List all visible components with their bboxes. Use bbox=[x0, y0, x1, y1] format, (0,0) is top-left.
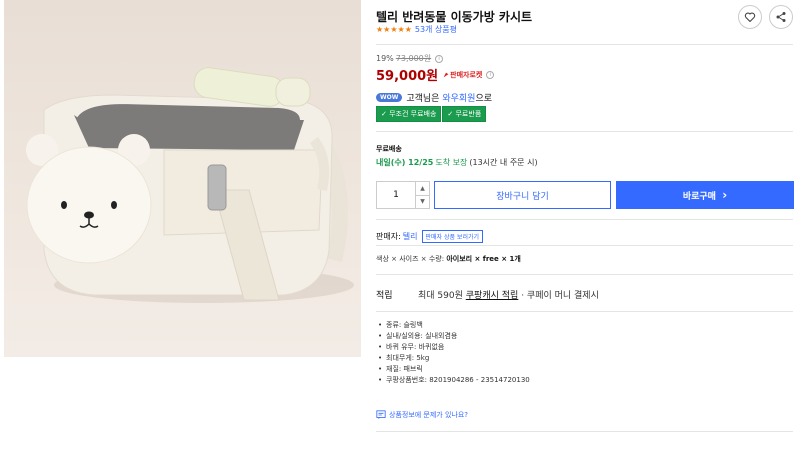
product-title: 텔리 반려동물 이동가방 카시트 bbox=[376, 10, 533, 24]
spec-item: 재질: 패브릭 bbox=[376, 364, 530, 375]
delivery-note: (13시간 내 주문 시) bbox=[469, 158, 538, 167]
quantity-stepper[interactable]: 1 ▲ ▼ bbox=[376, 181, 430, 209]
seller-row: 판매자: 텔리 판매자 상품 보러가기 bbox=[376, 230, 484, 243]
spec-item: 종류: 슬링백 bbox=[376, 320, 530, 331]
wow-badge: WOW bbox=[376, 93, 403, 102]
quantity-value[interactable]: 1 bbox=[377, 182, 415, 208]
shipping-label: 무료배송 bbox=[376, 145, 402, 153]
free-shipping-chip: ✓ 무조건 무료배송 bbox=[376, 106, 442, 122]
divider bbox=[376, 431, 793, 432]
discount-row: 19% 73,000원 i bbox=[376, 53, 444, 64]
info-icon[interactable]: i bbox=[435, 54, 444, 63]
selected-options: 색상 × 사이즈 × 수량: 아이보리 × free × 1개 bbox=[376, 254, 521, 264]
buy-now-button[interactable]: 바로구매 › bbox=[616, 181, 794, 209]
options-prefix: 색상 × 사이즈 × 수량: bbox=[376, 255, 445, 263]
product-info-panel: 텔리 반려동물 이동가방 카시트 ★★★★★ 53개 상품평 19% 73,00… bbox=[376, 0, 794, 457]
report-link[interactable]: 상품정보에 문제가 있나요? bbox=[376, 410, 468, 420]
delivery-date: 내일(수) 12/25 bbox=[376, 158, 434, 167]
options-selection: 아이보리 × free × 1개 bbox=[446, 255, 521, 263]
share-button[interactable] bbox=[769, 5, 793, 29]
product-image bbox=[4, 0, 361, 357]
wishlist-button[interactable] bbox=[738, 5, 762, 29]
benefit-text: 최대 590원 쿠팡캐시 적립 · 쿠페이 머니 결제시 bbox=[418, 288, 599, 301]
heart-icon bbox=[744, 12, 756, 23]
seller-label: 판매자: bbox=[376, 232, 401, 241]
price-row: 59,000원 판매자로켓 i bbox=[376, 65, 495, 84]
divider bbox=[376, 274, 793, 275]
benefit-suffix: · 쿠페이 머니 결제시 bbox=[521, 291, 599, 301]
chevron-right-icon: › bbox=[722, 188, 728, 202]
seller-products-button[interactable]: 판매자 상품 보러가기 bbox=[421, 230, 484, 243]
add-to-cart-button[interactable]: 장바구니 담기 bbox=[434, 181, 611, 209]
spec-item: 실내/실외용: 실내외겸용 bbox=[376, 331, 530, 342]
seller-name-link[interactable]: 텔리 bbox=[403, 231, 418, 242]
shipping-date-row: 내일(수) 12/25 도착 보장 (13시간 내 주문 시) bbox=[376, 157, 538, 168]
membership-text: 고객님은 bbox=[406, 94, 440, 104]
quantity-down-icon[interactable]: ▼ bbox=[416, 196, 429, 209]
review-count-link[interactable]: 53개 상품평 bbox=[415, 24, 457, 35]
sale-price: 59,000원 bbox=[376, 69, 439, 84]
rocket-icon bbox=[443, 72, 449, 77]
report-label: 상품정보에 문제가 있나요? bbox=[389, 411, 469, 419]
spec-list: 종류: 슬링백 실내/실외용: 실내외겸용 바퀴 유무: 바퀴없음 최대무게: … bbox=[376, 320, 530, 386]
spec-item: 쿠팡상품번호: 8201904286 - 23514720130 bbox=[376, 375, 530, 386]
delivery-guarantee: 도착 보장 bbox=[435, 158, 468, 167]
divider bbox=[376, 311, 793, 312]
rating-row: ★★★★★ 53개 상품평 bbox=[376, 24, 457, 35]
share-icon bbox=[776, 12, 786, 22]
divider bbox=[376, 219, 793, 220]
divider bbox=[376, 245, 793, 246]
divider bbox=[376, 44, 793, 45]
rating-stars: ★★★★★ bbox=[376, 25, 412, 34]
benefit-row: 적립 최대 590원 쿠팡캐시 적립 · 쿠페이 머니 결제시 bbox=[376, 288, 599, 301]
buy-now-label: 바로구매 bbox=[682, 191, 716, 202]
free-return-chip: ✓ 무료반품 bbox=[442, 106, 487, 122]
seller-rocket-badge: 판매자로켓 bbox=[442, 70, 482, 80]
discount-rate: 19% bbox=[376, 54, 394, 63]
quantity-up-icon[interactable]: ▲ bbox=[416, 182, 429, 196]
membership-suffix: 으로 bbox=[475, 94, 493, 104]
membership-row: WOW 고객님은 와우회원 으로 bbox=[376, 91, 492, 104]
benefit-label: 적립 bbox=[376, 291, 393, 301]
quantity-arrows: ▲ ▼ bbox=[415, 182, 429, 208]
divider bbox=[376, 131, 793, 132]
original-price: 73,000원 bbox=[395, 54, 432, 63]
benefit-chips: ✓ 무조건 무료배송 ✓ 무료반품 bbox=[376, 106, 487, 122]
spec-item: 최대무게: 5kg bbox=[376, 353, 530, 364]
benefit-amount: 최대 590원 bbox=[418, 291, 463, 301]
seller-rocket-label: 판매자로켓 bbox=[450, 70, 483, 79]
info-icon[interactable]: i bbox=[486, 70, 495, 79]
coupang-cash-link[interactable]: 쿠팡캐시 적립 bbox=[466, 291, 519, 301]
wow-member-link[interactable]: 와우회원 bbox=[442, 91, 475, 104]
report-icon bbox=[376, 410, 386, 420]
spec-item: 바퀴 유무: 바퀴없음 bbox=[376, 342, 530, 353]
